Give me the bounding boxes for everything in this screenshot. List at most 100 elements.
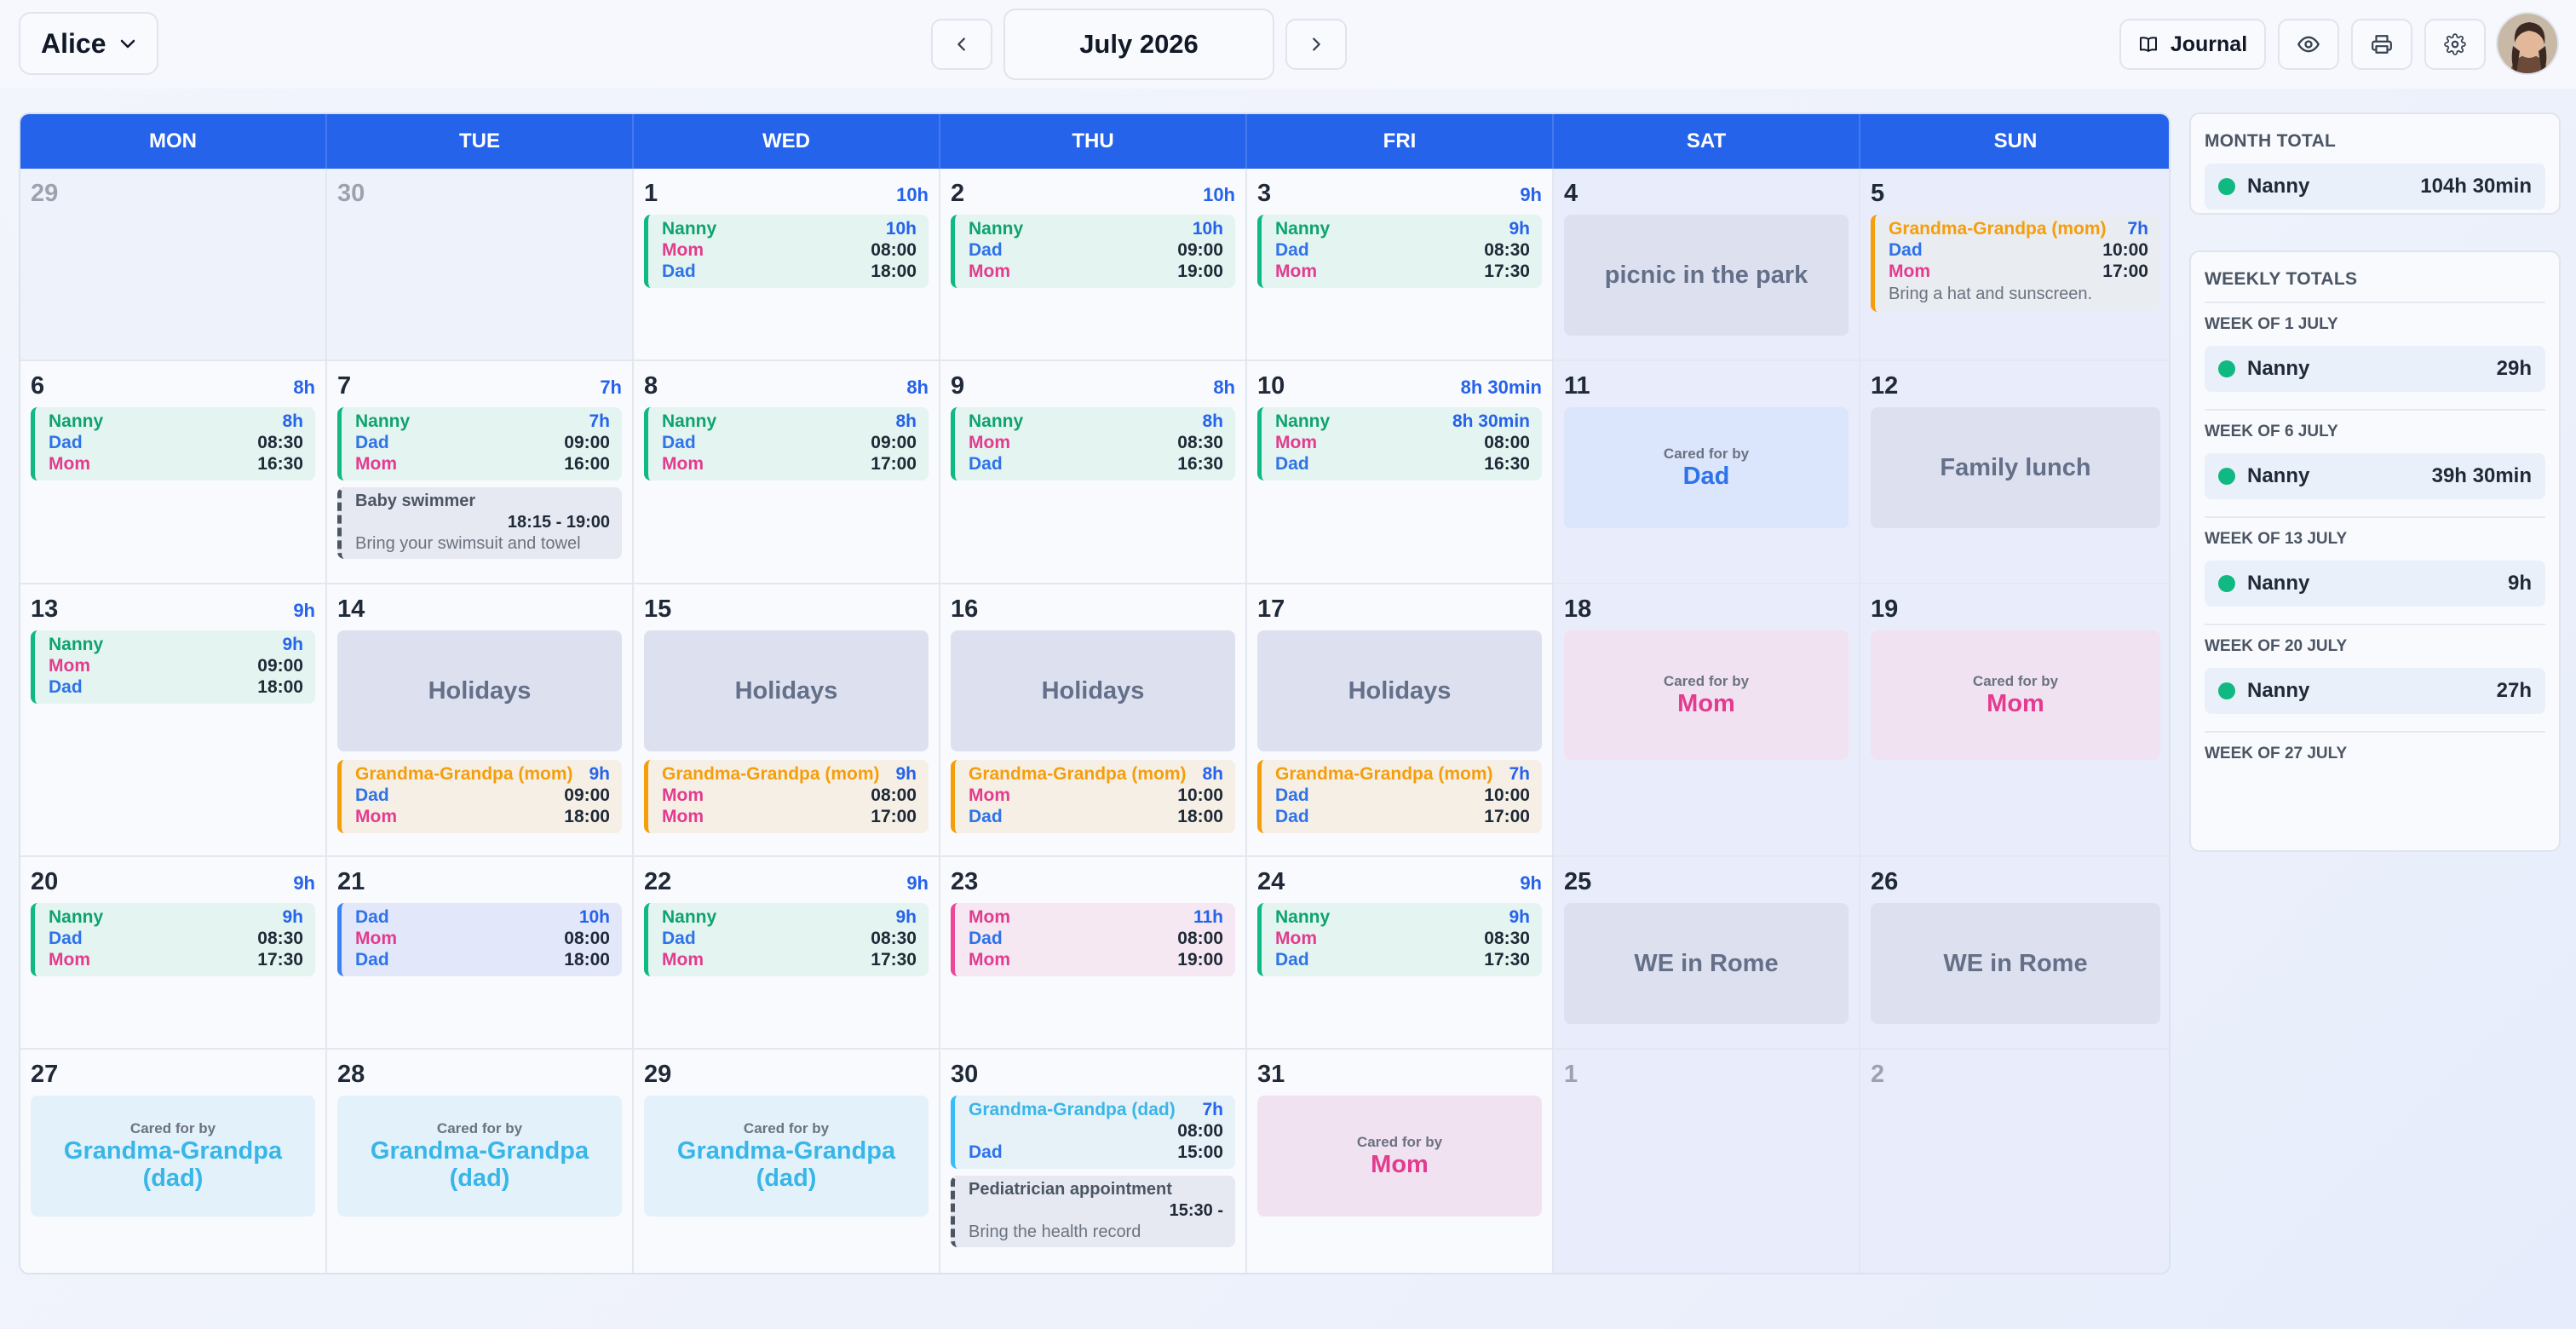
day-cell[interactable]: 2	[1860, 1050, 2169, 1273]
cared-by-block[interactable]: Cared for by Mom	[1257, 1096, 1542, 1217]
cared-by-block[interactable]: Cared for by Grandma-Grandpa (dad)	[31, 1096, 315, 1217]
care-event[interactable]: Dad 10h Mom 08:00 Dad 18:00	[337, 903, 622, 976]
day-cell[interactable]: 15 Holidays Grandma-Grandpa (mom) 9h Mom 0…	[634, 584, 940, 857]
drop-off-label: Mom	[355, 929, 397, 948]
care-event[interactable]: Nanny 9h Dad 08:30 Mom 17:30	[644, 903, 929, 976]
day-cell[interactable]: 29 Cared for by Grandma-Grandpa (dad)	[634, 1050, 940, 1273]
previous-month-button[interactable]	[931, 19, 992, 70]
care-event[interactable]: Grandma-Grandpa (mom) 7h Dad 10:00 Dad 17:0…	[1257, 760, 1542, 833]
care-event[interactable]: Nanny 10h Dad 09:00 Mom 19:00	[951, 215, 1235, 288]
user-avatar[interactable]	[2496, 12, 2559, 75]
next-month-button[interactable]	[1285, 19, 1347, 70]
drop-off-label: Dad	[355, 433, 389, 452]
day-cell[interactable]: 18 Cared for by Mom	[1554, 584, 1860, 857]
day-cell[interactable]: 30	[327, 169, 634, 361]
care-event[interactable]: Nanny 9h Dad 08:30 Mom 17:30	[31, 903, 315, 976]
day-number: 23	[951, 868, 979, 895]
care-event[interactable]: Nanny 7h Dad 09:00 Mom 16:00	[337, 407, 622, 480]
care-event[interactable]: Nanny 8h Mom 08:30 Dad 16:30	[951, 407, 1235, 480]
holiday-event[interactable]: Holidays	[337, 630, 622, 751]
day-cell[interactable]: 19 Cared for by Mom	[1860, 584, 2169, 857]
holiday-event[interactable]: Holidays	[644, 630, 929, 751]
family-event[interactable]: WE in Rome	[1871, 903, 2160, 1024]
day-cell[interactable]: 23 Mom 11h Dad 08:00 Mom 19:00	[940, 857, 1247, 1050]
care-event[interactable]: Nanny 8h Dad 08:30 Mom 16:30	[31, 407, 315, 480]
day-cell[interactable]: 17 Holidays Grandma-Grandpa (mom) 7h Dad 1…	[1247, 584, 1554, 857]
holiday-event[interactable]: Holidays	[951, 630, 1235, 751]
day-cell[interactable]: 26 WE in Rome	[1860, 857, 2169, 1050]
day-cell[interactable]: 13 9h Nanny 9h Mom 09:00 Dad 18:00	[20, 584, 327, 857]
print-button[interactable]	[2351, 19, 2412, 70]
day-cell[interactable]: 1	[1554, 1050, 1860, 1273]
day-cell[interactable]: 24 9h Nanny 9h Mom 08:30 Dad 17:30	[1247, 857, 1554, 1050]
day-cell[interactable]: 7 7h Nanny 7h Dad 09:00 Mom 16:00 Baby swim…	[327, 361, 634, 584]
cared-by-block[interactable]: Cared for by Dad	[1564, 407, 1849, 528]
week-title: WEEK OF 27 JULY	[2205, 745, 2348, 762]
day-hours: 8h	[293, 377, 315, 398]
day-cell[interactable]: 6 8h Nanny 8h Dad 08:30 Mom 16:30	[20, 361, 327, 584]
day-cell[interactable]: 11 Cared for by Dad	[1554, 361, 1860, 584]
caregiver-label: Nanny	[662, 219, 717, 239]
cared-by-block[interactable]: Cared for by Grandma-Grandpa (dad)	[337, 1096, 622, 1217]
care-event[interactable]: Nanny 8h 30min Mom 08:00 Dad 16:30	[1257, 407, 1542, 480]
care-event[interactable]: Nanny 9h Mom 08:30 Dad 17:30	[1257, 903, 1542, 976]
care-event[interactable]: Nanny 9h Mom 09:00 Dad 18:00	[31, 630, 315, 704]
caregiver-name: Nanny	[2247, 679, 2310, 702]
day-cell[interactable]: 10 8h 30min Nanny 8h 30min Mom 08:00 Dad 16…	[1247, 361, 1554, 584]
day-cell[interactable]: 8 8h Nanny 8h Dad 09:00 Mom 17:00	[634, 361, 940, 584]
day-cell[interactable]: 3 9h Nanny 9h Dad 08:30 Mom 17:30	[1247, 169, 1554, 361]
day-cell[interactable]: 30 Grandma-Grandpa (dad) 7h 08:00 Dad 15:0…	[940, 1050, 1247, 1273]
day-cell[interactable]: 16 Holidays Grandma-Grandpa (mom) 8h Mom 1…	[940, 584, 1247, 857]
care-event[interactable]: Grandma-Grandpa (mom) 8h Mom 10:00 Dad 18:0…	[951, 760, 1235, 833]
journal-button[interactable]: Journal	[2119, 19, 2266, 70]
month-total-panel: MONTH TOTAL Nanny 104h 30min	[2189, 112, 2561, 215]
day-cell[interactable]: 9 8h Nanny 8h Mom 08:30 Dad 16:30	[940, 361, 1247, 584]
holiday-event[interactable]: Holidays	[1257, 630, 1542, 751]
pick-up-label: Dad	[662, 262, 696, 281]
day-cell[interactable]: 28 Cared for by Grandma-Grandpa (dad)	[327, 1050, 634, 1273]
event-hours: 7h	[2127, 219, 2148, 239]
pick-up-label: Dad	[355, 950, 389, 969]
day-cell[interactable]: 12 Family lunch	[1860, 361, 2169, 584]
day-cell[interactable]: 22 9h Nanny 9h Dad 08:30 Mom 17:30	[634, 857, 940, 1050]
care-event[interactable]: Nanny 10h Mom 08:00 Dad 18:00	[644, 215, 929, 288]
day-cell[interactable]: 20 9h Nanny 9h Dad 08:30 Mom 17:30	[20, 857, 327, 1050]
user-selector[interactable]: Alice	[19, 12, 158, 75]
care-event[interactable]: Grandma-Grandpa (mom) 9h Mom 08:00 Mom 17:0…	[644, 760, 929, 833]
care-event[interactable]: Mom 11h Dad 08:00 Mom 19:00	[951, 903, 1235, 976]
pick-up-label: Dad	[1275, 950, 1309, 969]
cared-by-block[interactable]: Cared for by Mom	[1564, 630, 1849, 760]
caregiver-label: Grandma-Grandpa (mom)	[1889, 219, 2107, 239]
pick-up-time: 18:00	[564, 807, 610, 826]
day-cell[interactable]: 27 Cared for by Grandma-Grandpa (dad)	[20, 1050, 327, 1273]
cared-by-label: Cared for by	[1356, 1134, 1443, 1150]
care-event[interactable]: Nanny 9h Dad 08:30 Mom 17:30	[1257, 215, 1542, 288]
care-event[interactable]: Grandma-Grandpa (mom) 9h Dad 09:00 Mom 18:0…	[337, 760, 622, 833]
day-cell[interactable]: 25 WE in Rome	[1554, 857, 1860, 1050]
cared-by-block[interactable]: Cared for by Mom	[1871, 630, 2160, 760]
day-cell[interactable]: 14 Holidays Grandma-Grandpa (mom) 9h Dad 0…	[327, 584, 634, 857]
family-event[interactable]: WE in Rome	[1564, 903, 1849, 1024]
drop-off-time: 09:00	[1177, 240, 1223, 260]
family-event[interactable]: picnic in the park	[1564, 215, 1849, 336]
care-event[interactable]: Nanny 8h Dad 09:00 Mom 17:00	[644, 407, 929, 480]
appointment-title: Pediatrician appointment	[969, 1180, 1172, 1199]
day-cell[interactable]: 29	[20, 169, 327, 361]
appointment-event[interactable]: Baby swimmer 18:15 - 19:00 Bring your sw…	[337, 487, 622, 559]
view-toggle-button[interactable]	[2278, 19, 2339, 70]
total-value: 29h	[2496, 357, 2532, 380]
day-cell[interactable]: 5 Grandma-Grandpa (mom) 7h Dad 10:00 Mom 17…	[1860, 169, 2169, 361]
day-cell[interactable]: 4 picnic in the park	[1554, 169, 1860, 361]
day-cell[interactable]: 2 10h Nanny 10h Dad 09:00 Mom 19:00	[940, 169, 1247, 361]
day-cell[interactable]: 1 10h Nanny 10h Mom 08:00 Dad 18:00	[634, 169, 940, 361]
care-event[interactable]: Grandma-Grandpa (dad) 7h 08:00 Dad 15:00	[951, 1096, 1235, 1169]
cared-by-block[interactable]: Cared for by Grandma-Grandpa (dad)	[644, 1096, 929, 1217]
family-event[interactable]: Family lunch	[1871, 407, 2160, 528]
event-hours: 7h	[1202, 1100, 1223, 1119]
day-hours: 9h	[906, 872, 929, 894]
day-cell[interactable]: 21 Dad 10h Mom 08:00 Dad 18:00	[327, 857, 634, 1050]
day-cell[interactable]: 31 Cared for by Mom	[1247, 1050, 1554, 1273]
appointment-event[interactable]: Pediatrician appointment 15:30 - Bring t…	[951, 1176, 1235, 1247]
care-event[interactable]: Grandma-Grandpa (mom) 7h Dad 10:00 Mom 17:0…	[1871, 215, 2160, 312]
settings-button[interactable]	[2424, 19, 2486, 70]
